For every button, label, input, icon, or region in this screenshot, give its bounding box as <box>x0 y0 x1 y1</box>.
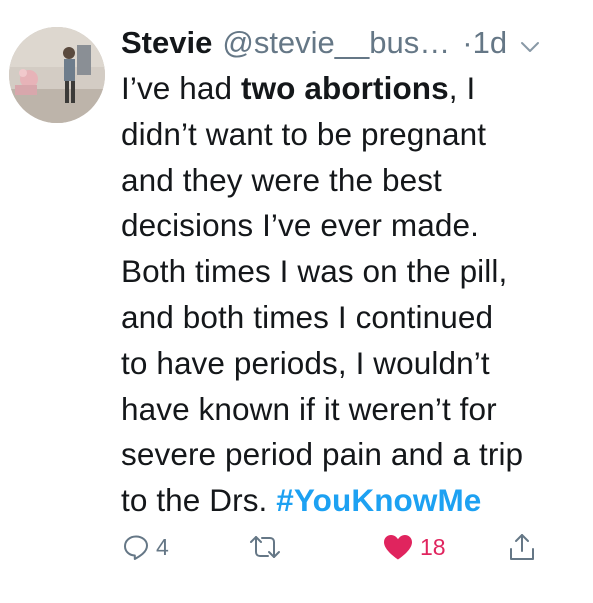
tweet-text-line: to have periods, I wouldn’t <box>121 344 490 381</box>
text-segment-bold: two abortions <box>240 70 449 106</box>
tweet-text-line: have known if it weren’t for <box>121 390 497 427</box>
share-icon <box>508 532 536 562</box>
tweet-actions: 4 18 <box>0 527 593 577</box>
reply-button[interactable]: 4 <box>122 527 169 567</box>
reply-count: 4 <box>156 533 169 560</box>
share-button[interactable] <box>508 527 536 567</box>
like-count: 18 <box>420 533 446 560</box>
user-handle[interactable]: @stevie__bus… <box>222 25 450 61</box>
hashtag-link[interactable]: #YouKnowMe <box>276 482 481 518</box>
avatar[interactable] <box>9 27 105 123</box>
tweet-header: Stevie @stevie__bus… · 1d <box>121 20 586 66</box>
tweet-text-line: decisions I’ve ever made. <box>121 207 479 244</box>
tweet-timestamp[interactable]: 1d <box>473 25 507 61</box>
like-button[interactable]: 18 <box>382 527 446 567</box>
tweet-text-line: I’ve had two abortions, I <box>121 66 586 112</box>
tweet-text-line: and both times I continued <box>121 298 494 335</box>
display-name[interactable]: Stevie <box>121 25 212 61</box>
tweet-text-line: Both times I was on the pill, <box>121 253 508 290</box>
avatar-photo <box>9 27 105 123</box>
text-segment: to the Drs. <box>121 482 277 519</box>
heart-icon <box>382 533 414 561</box>
tweet-text: I’ve had two abortions, I didn’t want to… <box>121 66 586 524</box>
tweet-text-line: to the Drs. #YouKnowMe <box>121 478 586 524</box>
tweet: Stevie @stevie__bus… · 1d I’ve had two a… <box>0 0 593 603</box>
chevron-down-icon[interactable] <box>519 30 541 52</box>
tweet-text-line: didn’t want to be pregnant <box>121 115 487 152</box>
tweet-text-line: and they were the best <box>121 161 442 198</box>
reply-icon <box>122 533 150 561</box>
separator-dot: · <box>462 25 473 60</box>
text-segment: I’ve had <box>121 70 241 106</box>
retweet-icon <box>247 533 283 561</box>
retweet-button[interactable] <box>247 527 289 567</box>
tweet-text-line: severe period pain and a trip <box>121 436 524 473</box>
tweet-content: Stevie @stevie__bus… · 1d I’ve had two a… <box>121 20 586 524</box>
text-segment: , I <box>448 70 476 106</box>
